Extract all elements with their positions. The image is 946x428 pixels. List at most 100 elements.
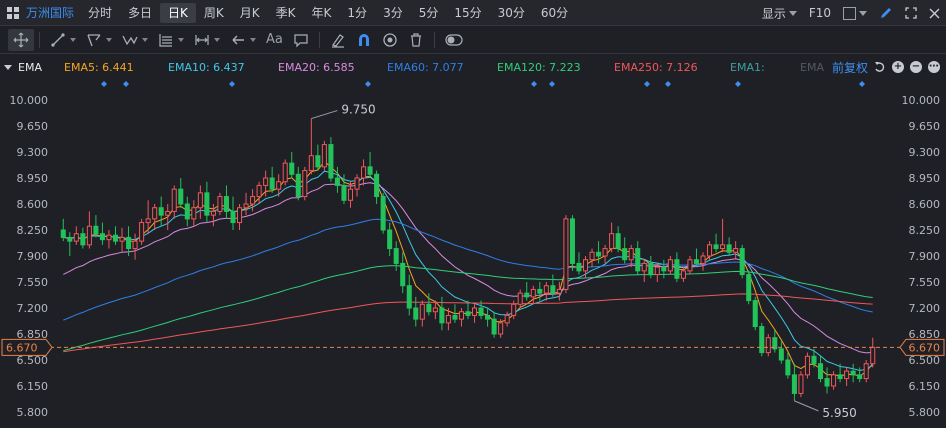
draw-pen-button[interactable] bbox=[879, 6, 893, 20]
ema5-value: EMA5: 6.441 bbox=[64, 61, 134, 74]
chevron-down-icon bbox=[788, 10, 797, 16]
candle-body bbox=[413, 307, 419, 320]
candle-body bbox=[387, 229, 393, 250]
wave-icon bbox=[122, 35, 138, 45]
period-tab[interactable]: 分时 bbox=[80, 3, 120, 23]
wave-tool[interactable] bbox=[117, 29, 153, 51]
fib-tool[interactable] bbox=[153, 29, 189, 51]
candle-body bbox=[145, 218, 151, 224]
period-tab[interactable]: 季K bbox=[268, 3, 304, 23]
candle-body bbox=[236, 207, 243, 224]
candle-body bbox=[850, 370, 856, 376]
eraser-icon bbox=[331, 33, 344, 48]
y-tick-label-left: 8.950 bbox=[17, 172, 49, 185]
period-tab[interactable]: 多日 bbox=[120, 3, 160, 23]
candle-body bbox=[256, 184, 262, 198]
period-tab[interactable]: 15分 bbox=[446, 3, 489, 23]
remove-indicator-button[interactable]: − bbox=[910, 61, 922, 73]
candle-body bbox=[472, 307, 478, 316]
layout-dropdown[interactable] bbox=[843, 6, 867, 20]
indicator-selector[interactable]: EMA bbox=[4, 61, 42, 74]
add-indicator-button[interactable]: + bbox=[892, 61, 904, 73]
text-tool-label: Aa bbox=[266, 32, 283, 47]
event-marker-icon bbox=[644, 81, 650, 87]
adjust-mode-button[interactable]: 前复权 bbox=[832, 59, 868, 76]
period-tab[interactable]: 月K bbox=[232, 3, 268, 23]
candle-body bbox=[713, 244, 719, 250]
candle-body bbox=[139, 222, 145, 242]
cross-arrows-icon bbox=[13, 32, 29, 47]
candle-body bbox=[791, 374, 797, 394]
kline-chart[interactable]: 10.000 9.650 9.300 8.950 8.600 8.250 7.900 7.55… bbox=[0, 80, 946, 428]
toggle-tool[interactable] bbox=[440, 29, 468, 51]
period-tab[interactable]: 年K bbox=[304, 3, 340, 23]
candle-body bbox=[582, 259, 589, 272]
candle-body bbox=[485, 314, 491, 320]
undo-icon[interactable] bbox=[874, 61, 886, 73]
candle-body bbox=[73, 233, 79, 242]
candle-body bbox=[432, 307, 438, 313]
candle-body bbox=[328, 144, 334, 179]
visibility-tool[interactable] bbox=[377, 29, 403, 51]
period-tab[interactable]: 日K bbox=[160, 2, 196, 23]
chevron-down-icon bbox=[142, 37, 148, 42]
arrow-tool[interactable] bbox=[225, 29, 261, 51]
candle-body bbox=[184, 203, 190, 220]
fullscreen-button[interactable] bbox=[905, 7, 917, 19]
y-tick-label-right: 9.300 bbox=[909, 146, 941, 159]
display-dropdown[interactable]: 显示 bbox=[762, 5, 797, 22]
candle-body bbox=[589, 251, 595, 261]
more-options-button[interactable]: ⋯ bbox=[928, 61, 940, 73]
candle-body bbox=[302, 170, 308, 198]
candle-body bbox=[746, 274, 752, 302]
range-icon bbox=[195, 34, 209, 45]
event-marker-icon bbox=[365, 81, 371, 87]
candle-body bbox=[217, 196, 223, 212]
range-tool[interactable] bbox=[189, 29, 225, 51]
comment-tool[interactable] bbox=[288, 29, 314, 51]
candle-body bbox=[857, 374, 863, 380]
candle-body bbox=[269, 177, 275, 190]
move-tool[interactable] bbox=[8, 28, 34, 51]
grid-menu-icon[interactable] bbox=[0, 0, 26, 26]
candle-body bbox=[223, 196, 229, 212]
candle-body bbox=[106, 234, 112, 241]
candle-body bbox=[661, 266, 667, 272]
text-tool[interactable]: Aa bbox=[261, 29, 288, 51]
eraser-tool[interactable] bbox=[325, 29, 351, 51]
event-marker-icon bbox=[123, 81, 129, 87]
magnet-tool[interactable] bbox=[351, 29, 377, 51]
period-tab[interactable]: 5分 bbox=[411, 3, 447, 23]
candle-body bbox=[465, 311, 471, 316]
y-tick-label-left: 9.650 bbox=[17, 120, 49, 133]
candles bbox=[60, 118, 876, 401]
candle-body bbox=[550, 285, 556, 294]
close-button[interactable] bbox=[929, 8, 940, 19]
indicator-controls: 前复权 + − ⋯ bbox=[832, 54, 946, 80]
line-tool[interactable] bbox=[45, 29, 81, 51]
stock-name[interactable]: 万洲国际 bbox=[26, 4, 74, 21]
high-price-label: 9.750 bbox=[341, 103, 375, 117]
period-tab[interactable]: 60分 bbox=[533, 3, 576, 23]
candle-body bbox=[315, 155, 321, 168]
event-marker-icon bbox=[229, 81, 235, 87]
period-tab[interactable]: 1分 bbox=[339, 3, 375, 23]
delete-tool[interactable] bbox=[403, 29, 429, 51]
period-tab[interactable]: 3分 bbox=[375, 3, 411, 23]
chevron-down-icon bbox=[859, 10, 867, 16]
ema-lines bbox=[63, 160, 874, 377]
f10-button[interactable]: F10 bbox=[809, 6, 831, 20]
period-tab[interactable]: 周K bbox=[196, 3, 232, 23]
ema-faded-value: EMA bbox=[800, 61, 824, 74]
candle-body bbox=[641, 262, 647, 272]
candle-body bbox=[530, 288, 536, 298]
candle-body bbox=[158, 207, 164, 216]
ema250-value: EMA250: 7.126 bbox=[614, 61, 698, 74]
channel-tool[interactable] bbox=[81, 29, 117, 51]
candle-body bbox=[596, 251, 602, 257]
candle-body bbox=[67, 236, 73, 242]
indicator-name: EMA bbox=[18, 60, 42, 74]
period-tab[interactable]: 30分 bbox=[490, 3, 533, 23]
indicator-bar: EMA EMA5: 6.441 EMA10: 6.437 EMA20: 6.58… bbox=[0, 54, 946, 80]
y-tick-label-right: 6.500 bbox=[909, 354, 941, 367]
